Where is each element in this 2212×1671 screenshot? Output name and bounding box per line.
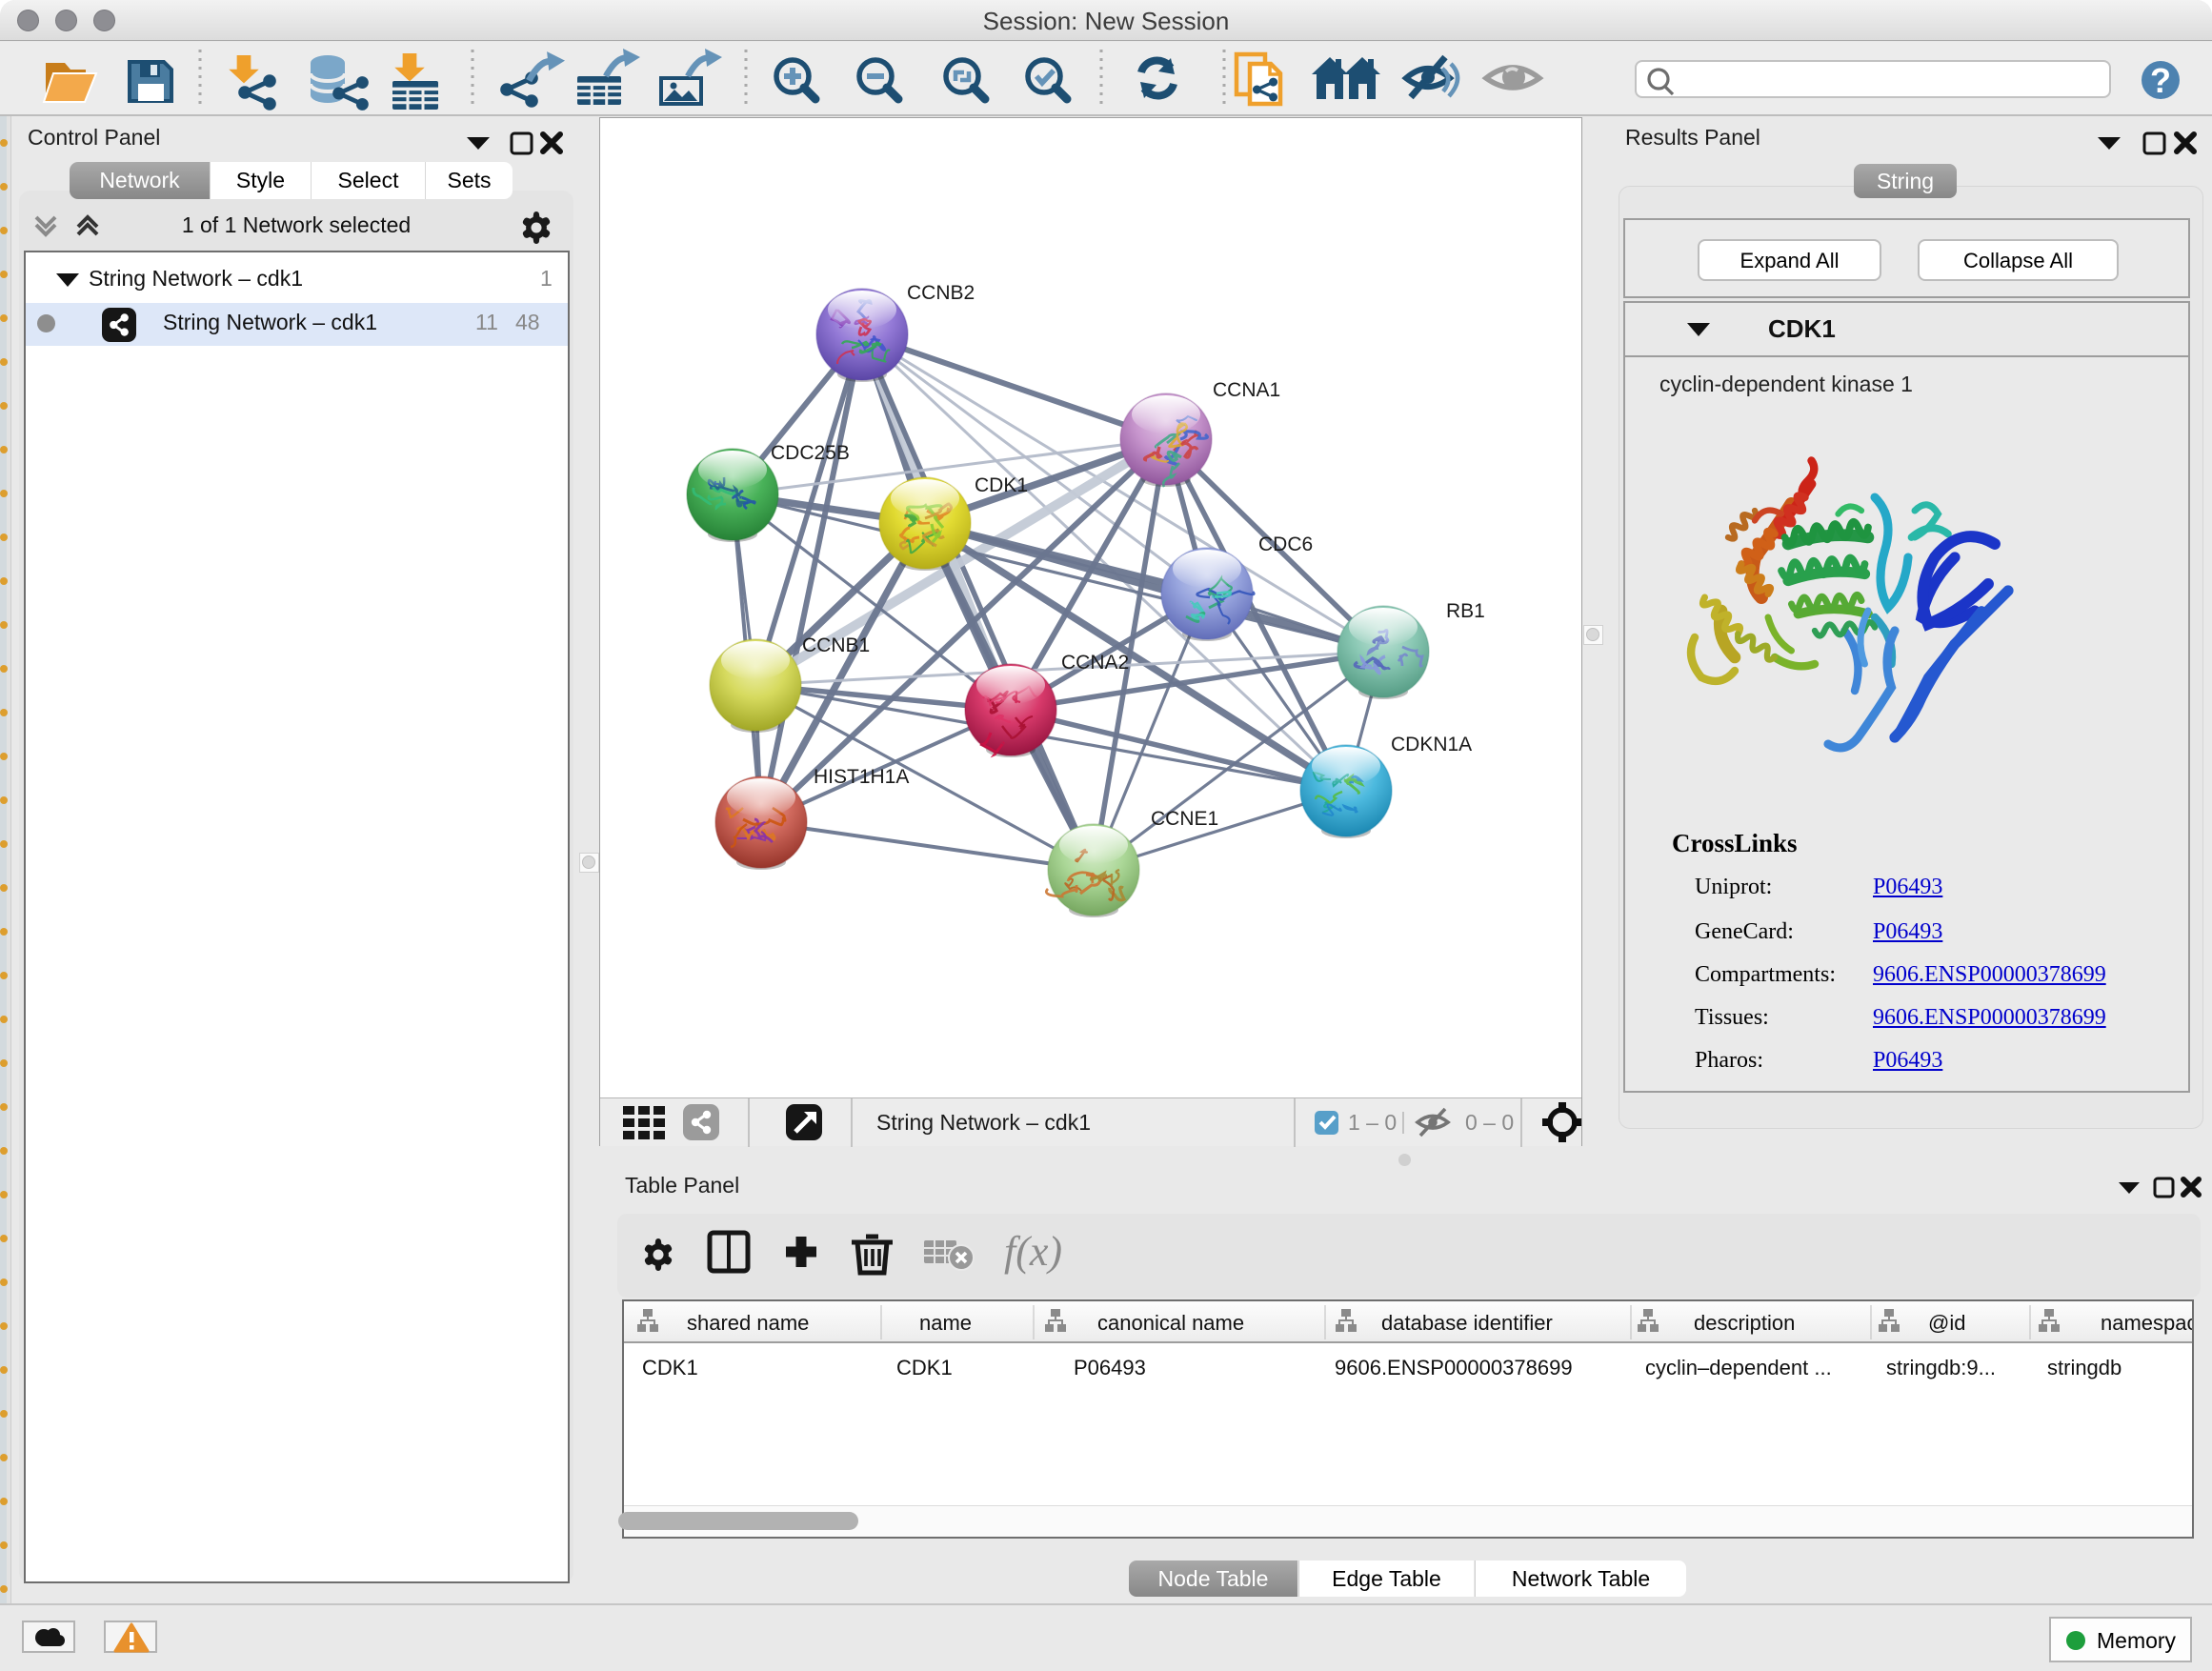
svg-text:@id: @id: [1928, 1311, 1965, 1335]
svg-text:database identifier: database identifier: [1381, 1311, 1553, 1335]
svg-text:?: ?: [2150, 61, 2171, 100]
svg-text:CCNA2: CCNA2: [1061, 652, 1129, 674]
svg-text:HIST1H1A: HIST1H1A: [814, 766, 909, 788]
svg-text:name: name: [919, 1311, 972, 1335]
svg-text:String Network – cdk1: String Network – cdk1: [876, 1110, 1091, 1135]
svg-text:CDC6: CDC6: [1258, 534, 1313, 555]
svg-text:1 – 0: 1 – 0: [1348, 1110, 1397, 1135]
svg-text:RB1: RB1: [1446, 600, 1485, 622]
svg-text:0 – 0: 0 – 0: [1465, 1110, 1514, 1135]
svg-text:CDC25B: CDC25B: [771, 442, 850, 464]
svg-text:CDKN1A: CDKN1A: [1391, 734, 1472, 755]
svg-text:f(x): f(x): [1004, 1228, 1062, 1275]
svg-text:CDK1: CDK1: [975, 474, 1028, 496]
svg-text:CCNB2: CCNB2: [907, 282, 975, 304]
svg-text:shared name: shared name: [687, 1311, 809, 1335]
svg-text:CCNE1: CCNE1: [1151, 808, 1218, 830]
svg-text:CCNB1: CCNB1: [802, 634, 870, 656]
svg-text:canonical name: canonical name: [1097, 1311, 1244, 1335]
svg-text:CCNA1: CCNA1: [1213, 379, 1280, 401]
svg-text:namespace: namespace: [2101, 1311, 2192, 1335]
svg-text:description: description: [1694, 1311, 1795, 1335]
